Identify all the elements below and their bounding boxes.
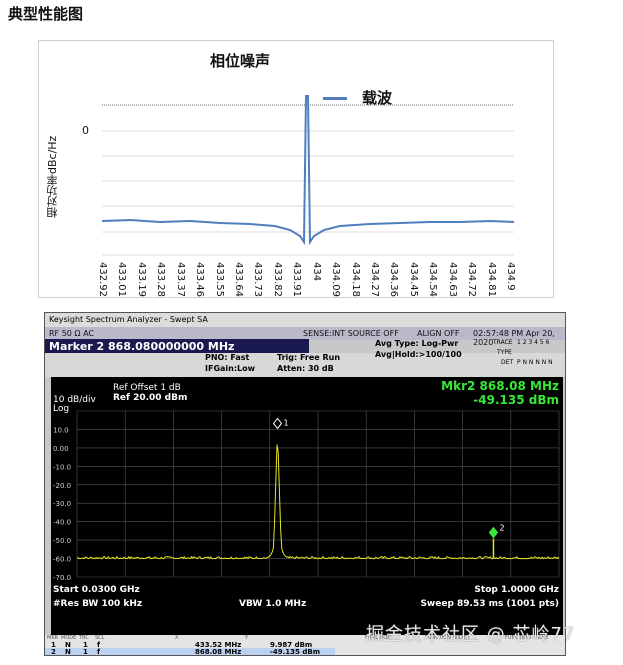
table-row[interactable]: 2 N 1 f 868.08 MHz -49.135 dBm xyxy=(45,648,335,655)
avg-type: Avg Type: Log-Pwr xyxy=(375,339,459,348)
trace-numbers: 1 2 3 4 5 6 xyxy=(517,339,550,346)
window-title: Keysight Spectrum Analyzer - Swept SA xyxy=(49,315,208,324)
y-tick-label: -40.0 xyxy=(53,519,71,527)
y-tick-label: -30.0 xyxy=(53,500,71,508)
attenuation-setting: Atten: 30 dB xyxy=(277,364,334,373)
ref-offset: Ref Offset 1 dB xyxy=(113,383,181,393)
x-tick-label: 432.92 xyxy=(97,262,108,297)
marker-2-label: 2 xyxy=(499,524,504,533)
marker-2-icon xyxy=(488,526,499,539)
x-tick-label: 434.18 xyxy=(349,262,361,297)
x-tick-label: 433.37 xyxy=(174,262,186,297)
x-tick-label: 433.73 xyxy=(252,262,264,297)
start-frequency: Start 0.0300 GHz xyxy=(53,585,140,595)
type-label: TYPE xyxy=(497,349,512,356)
x-tick-label: 434.36 xyxy=(388,262,400,297)
trace-label: TRACE xyxy=(493,339,513,346)
x-tick-label: 434.81 xyxy=(485,262,497,297)
y-tick-label: -70.0 xyxy=(53,574,71,582)
y-tick-label: -20.0 xyxy=(53,482,71,490)
analyzer-display[interactable]: 10.0 0.00 -10.0 -20.0 -30.0 -40.0 -50.0 -60.0 -7… xyxy=(51,377,563,635)
y-tick-label: 10.0 xyxy=(53,426,69,434)
y-tick-label: -10.0 xyxy=(53,463,71,471)
marker-1-label: 1 xyxy=(284,418,289,427)
x-tick-label: 434.54 xyxy=(427,262,439,297)
x-tick-label: 433.01 xyxy=(116,262,128,297)
x-tick-label: 434 xyxy=(310,262,322,282)
settings-panel: PNO: Fast IFGain:Low Trig: Free Run Atte… xyxy=(45,353,565,377)
rf-input-status: RF 50 Ω AC xyxy=(49,329,94,338)
phase-noise-plot xyxy=(101,95,515,256)
sense-status: SENSE:INT SOURCE OFF xyxy=(303,329,399,338)
table-cell: N xyxy=(65,648,71,656)
x-tick-label: 433.55 xyxy=(213,262,225,297)
ifgain-setting: IFGain:Low xyxy=(205,364,256,373)
table-cell: 1 xyxy=(83,648,88,656)
x-tick-label: 434.09 xyxy=(330,262,342,297)
x-tick-label: 434.9 xyxy=(505,262,516,291)
avg-hold: Avg|Hold:>100/100 xyxy=(375,350,462,359)
x-tick-label: 433.91 xyxy=(291,262,303,297)
y-tick-label: 0.00 xyxy=(53,445,69,453)
table-row[interactable]: 1 N 1 f 433.52 MHz 9.987 dBm xyxy=(45,641,335,649)
spectrum-plot: 10.0 0.00 -10.0 -20.0 -30.0 -40.0 -50.0 -60.0 -7… xyxy=(53,410,560,582)
x-tick-label: 433.64 xyxy=(233,262,244,297)
table-cell: f xyxy=(97,648,101,656)
marker-readout: Marker 2 868.080000000 MHz xyxy=(49,340,235,353)
window-titlebar: Keysight Spectrum Analyzer - Swept SA xyxy=(45,313,565,327)
sweep-time: Sweep 89.53 ms (1001 pts) xyxy=(420,599,559,609)
stop-frequency: Stop 1.0000 GHz xyxy=(474,585,559,595)
x-tick-label: 433.82 xyxy=(271,262,283,297)
ref-level: Ref 20.00 dBm xyxy=(113,393,188,403)
carrier-series xyxy=(101,95,515,246)
trigger-setting: Trig: Free Run xyxy=(277,353,341,362)
det-values: P N N N N N xyxy=(517,359,553,366)
x-tick-label: 434.63 xyxy=(446,262,458,297)
spectrum-analyzer-window: Keysight Spectrum Analyzer - Swept SA RF… xyxy=(44,312,566,656)
align-status: ALIGN OFF xyxy=(417,329,460,338)
pno-setting: PNO: Fast xyxy=(205,353,250,362)
x-tick-label: 434.72 xyxy=(466,262,478,297)
marker-readout-bar[interactable]: Marker 2 868.080000000 MHz xyxy=(45,339,309,353)
x-tick-label: 434.45 xyxy=(407,262,419,297)
video-bandwidth: VBW 1.0 MHz xyxy=(239,599,307,609)
resolution-bandwidth: #Res BW 100 kHz xyxy=(53,599,143,609)
det-label: DET xyxy=(501,359,514,366)
y-tick-label: -50.0 xyxy=(53,537,71,545)
y-tick-label: -60.0 xyxy=(53,556,71,564)
marker-freq-readout: Mkr2 868.08 MHz xyxy=(441,379,559,393)
table-cell: -49.135 dBm xyxy=(270,648,320,656)
x-tick-label: 433.28 xyxy=(155,262,167,297)
scale-type: Log xyxy=(53,404,70,414)
table-cell: 868.08 MHz xyxy=(195,648,242,656)
marker-1-icon xyxy=(272,417,283,430)
x-tick-label: 434.27 xyxy=(369,262,380,297)
marker-amp-readout: -49.135 dBm xyxy=(473,393,559,407)
x-tick-label: 433.46 xyxy=(194,262,206,297)
table-cell: 2 xyxy=(51,648,56,656)
x-tick-label: 433.19 xyxy=(135,262,147,297)
watermark: 掘金技术社区 @ 芯岭77 xyxy=(366,624,576,645)
